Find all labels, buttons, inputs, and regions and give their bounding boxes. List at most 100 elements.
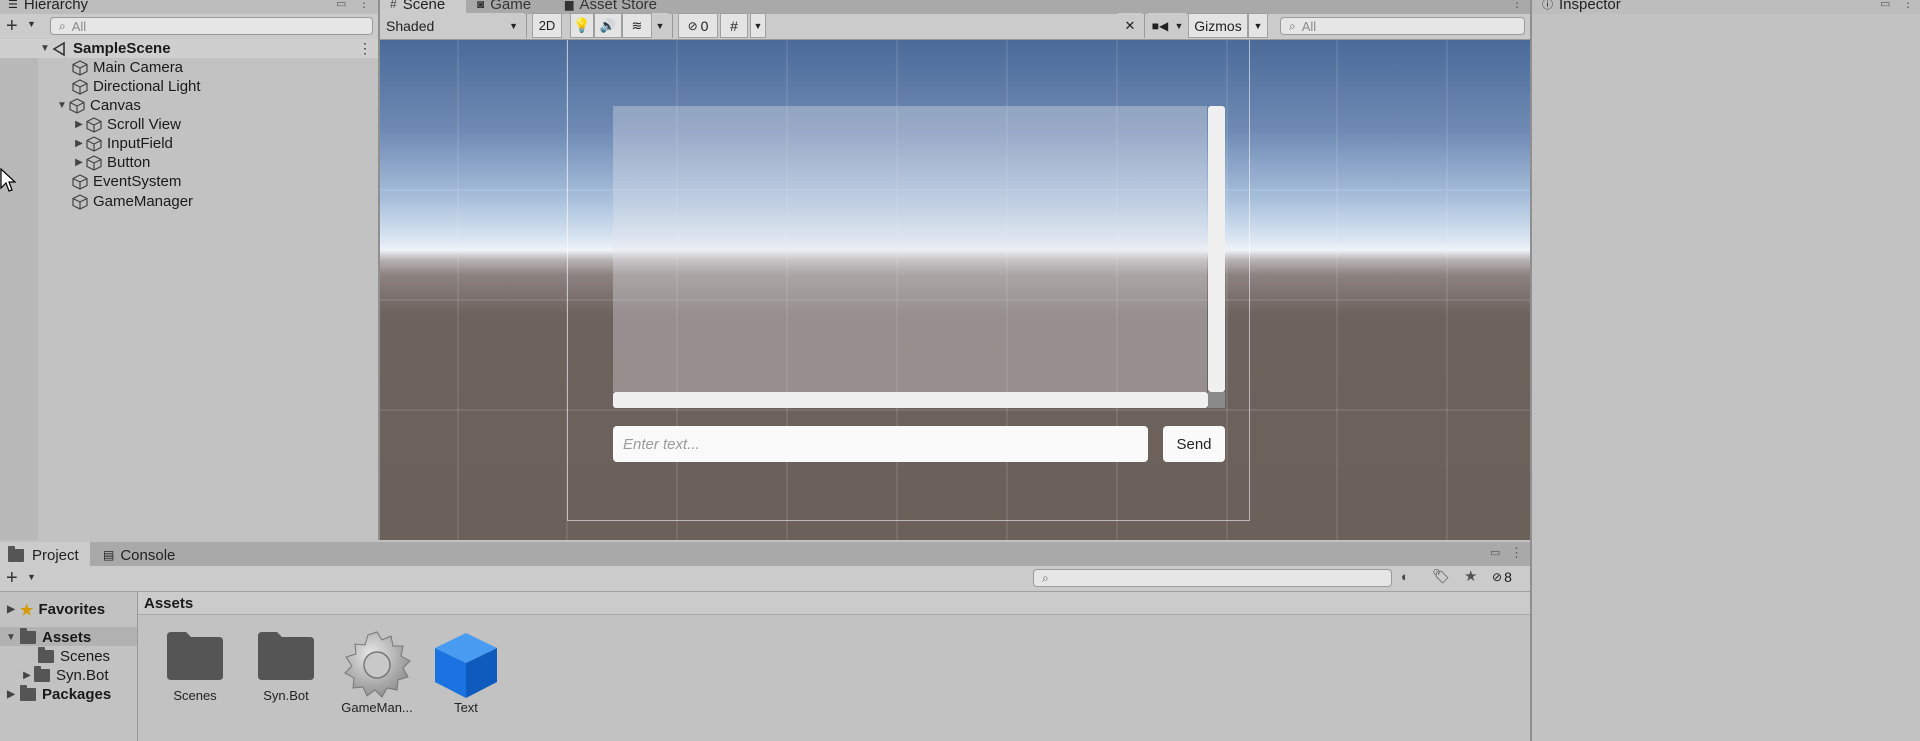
scene-search-placeholder: All [1301,18,1317,34]
asset-item-text[interactable]: Text [421,630,511,715]
project-search-input[interactable]: ⌕ [1033,569,1392,587]
tree-item-label: Assets [42,629,92,646]
lock-icon[interactable]: ▭ [336,0,346,10]
scene-viewport[interactable]: Enter text... Send [380,40,1530,540]
gameobject-cube-icon [72,59,88,76]
tree-item-packages[interactable]: ▶ Packages [4,685,111,704]
scene-menu-icon[interactable]: ⋮ [358,40,372,57]
scroll-view[interactable] [613,106,1207,392]
add-icon[interactable]: + [6,14,18,38]
console-icon: ▤ [103,548,115,562]
hierarchy-item-label: GameManager [93,193,194,210]
tab-game[interactable]: ◙ Game [477,0,531,13]
gameobject-cube-icon [72,78,88,95]
collapse-arrow-icon[interactable]: ▶ [72,157,86,168]
search-by-label-icon[interactable]: 🏷 [1432,568,1450,585]
hierarchy-item-scroll-view[interactable]: ▶ Scroll View [72,115,181,134]
gameobject-cube-icon [69,97,85,114]
horizontal-scrollbar[interactable] [613,392,1208,408]
tree-item-assets[interactable]: ▼ Assets [4,628,91,647]
chevron-down-icon[interactable]: ▼ [27,19,36,29]
collapse-arrow-icon[interactable]: ▶ [4,689,18,700]
hierarchy-item-main-camera[interactable]: Main Camera [72,58,183,77]
scene-search-input[interactable]: ⌕ All [1280,17,1525,35]
expand-arrow-icon[interactable]: ▼ [55,100,69,111]
info-icon: ⓘ [1542,0,1553,11]
collapse-arrow-icon[interactable]: ▶ [72,119,86,130]
search-icon: ⌕ [59,18,66,33]
send-button-label: Send [1176,435,1212,453]
input-placeholder: Enter text... [623,435,700,453]
folder-icon [258,632,314,680]
collapse-arrow-icon[interactable]: ▶ [72,138,86,149]
folder-icon [38,647,54,663]
send-button[interactable]: Send [1163,426,1225,462]
lock-icon[interactable]: ▭ [1490,546,1500,559]
store-bag-icon: ▆ [565,0,574,11]
tree-item-favorites[interactable]: ▶ ★ Favorites [4,600,105,619]
dropdown-arrow-icon: ▼ [1174,20,1184,31]
lock-icon[interactable]: ▭ [1880,0,1890,10]
toggle-2d-button[interactable]: 2D [532,13,562,38]
text-input-field[interactable]: Enter text... [613,426,1148,462]
hierarchy-item-eventsystem[interactable]: EventSystem [72,172,181,191]
scene-root-row[interactable]: ▼ SampleScene [38,39,171,58]
hierarchy-item-inputfield[interactable]: ▶ InputField [72,134,173,153]
tab-scene-label[interactable]: # Scene [390,0,445,13]
open-folder-icon [20,628,36,644]
grid-dropdown-button[interactable]: ▼ [750,13,766,38]
shading-mode-dropdown[interactable]: Shaded ▼ [380,13,524,38]
tree-item-label: Favorites [38,601,106,618]
hierarchy-panel: ☰ Hierarchy ▭ ⋮ + ▼ ⌕ All ▼ SampleScene … [0,0,378,540]
vertical-scrollbar[interactable] [1208,106,1225,392]
asset-item-scenes[interactable]: Scenes [150,628,240,703]
hierarchy-search-input[interactable]: ⌕ All [50,17,373,35]
hierarchy-item-gamemanager[interactable]: GameManager [72,192,193,211]
kebab-menu-icon[interactable]: ⋮ [1510,545,1523,561]
tree-item-synbot[interactable]: ▶ Syn.Bot [20,666,109,685]
gizmos-button[interactable]: Gizmos [1188,13,1248,38]
search-by-type-icon[interactable]: ◐ [1401,569,1409,584]
grid-toggle-button[interactable]: # [720,13,748,38]
prefab-cube-icon [435,633,497,698]
effects-toggle-button[interactable]: ≋ [622,13,652,38]
hierarchy-item-directional-light[interactable]: Directional Light [72,77,201,96]
lighting-toggle-button[interactable]: 💡 [570,13,594,38]
tab-console[interactable]: ▤ Console [103,546,175,564]
toggle-2d-label: 2D [538,18,556,33]
hierarchy-item-canvas[interactable]: ▼ Canvas [55,96,141,115]
gameobject-cube-icon [72,193,88,210]
breadcrumb-item[interactable]: Assets [144,595,193,612]
inspector-tab[interactable]: ⓘ Inspector [1542,0,1621,13]
expand-arrow-icon[interactable]: ▼ [38,43,52,54]
effects-dropdown-button[interactable]: ▼ [652,13,668,38]
camera-dropdown-button[interactable]: ▼ [1172,13,1186,38]
scene-tab-bar [380,0,1530,14]
gameobject-cube-icon [86,116,102,133]
hierarchy-item-button[interactable]: ▶ Button [72,153,150,172]
add-icon[interactable]: + [6,566,18,590]
hidden-packages-toggle[interactable]: ⊘ 8 [1492,569,1512,585]
hidden-objects-toggle[interactable]: ⊘ 0 [678,13,718,38]
camera-button[interactable]: ■◀ [1148,13,1172,38]
kebab-menu-icon[interactable]: ⋮ [1902,0,1914,10]
favorite-star-icon[interactable]: ★ [1464,567,1477,585]
tab-asset-store[interactable]: ▆ Asset Store [565,0,657,13]
audio-toggle-button[interactable]: 🔊 [594,13,622,38]
lightbulb-icon: 💡 [573,17,591,33]
gizmos-dropdown-button[interactable]: ▼ [1248,13,1268,38]
tools-button[interactable]: ✕ [1118,13,1142,38]
tree-item-scenes[interactable]: Scenes [38,647,110,666]
chevron-down-icon[interactable]: ▼ [27,572,36,582]
hierarchy-tab[interactable]: ☰ Hierarchy [8,0,88,13]
expand-arrow-icon[interactable]: ▼ [4,632,18,643]
project-tab-bar [0,542,1530,566]
speaker-icon: 🔊 [599,17,617,33]
asset-item-synbot[interactable]: Syn.Bot [241,628,331,703]
tab-project-label[interactable]: Project [8,545,79,564]
collapse-arrow-icon[interactable]: ▶ [20,670,34,681]
collapse-arrow-icon[interactable]: ▶ [4,604,18,615]
asset-item-gamemanager[interactable]: GameMan... [332,630,422,715]
kebab-menu-icon[interactable]: ⋮ [358,0,370,10]
kebab-menu-icon[interactable]: ⋮ [1511,0,1523,10]
